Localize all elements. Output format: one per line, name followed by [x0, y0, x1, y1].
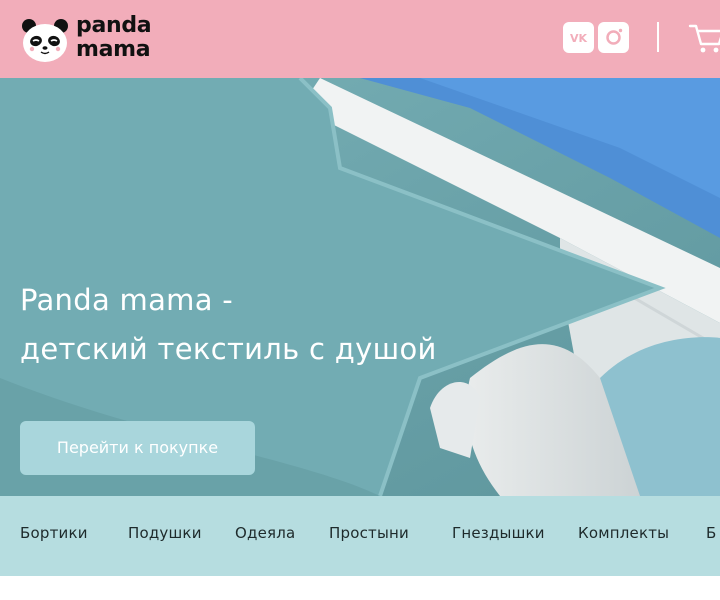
logo-text: panda mama	[76, 13, 152, 62]
category-item-truncated[interactable]: Б	[706, 524, 717, 542]
category-item-sets[interactable]: Комплекты	[578, 524, 669, 542]
header-divider	[657, 22, 659, 52]
logo-line-1: panda	[76, 13, 152, 38]
vk-icon-label: VK	[570, 32, 588, 45]
hero-banner: Panda mama - детский текстиль с душой Пе…	[0, 78, 720, 496]
category-item-nests[interactable]: Гнездышки	[452, 524, 545, 542]
category-item-borders[interactable]: Бортики	[20, 524, 88, 542]
cart-icon[interactable]	[688, 20, 720, 56]
hero-title: Panda mama - детский текстиль с душой	[20, 276, 437, 374]
site-header: panda mama VK	[0, 0, 720, 78]
category-item-sheets[interactable]: Простыни	[329, 524, 409, 542]
vk-icon[interactable]: VK	[563, 22, 594, 53]
category-nav: Бортики Подушки Одеяла Простыни Гнездышк…	[0, 496, 720, 576]
panda-logo-icon	[22, 19, 68, 62]
hero-title-line-1: Panda mama -	[20, 283, 234, 317]
hero-title-line-2: детский текстиль с душой	[20, 332, 437, 366]
category-item-pillows[interactable]: Подушки	[128, 524, 202, 542]
logo[interactable]: panda mama	[20, 14, 180, 66]
logo-line-2: mama	[76, 37, 151, 62]
instagram-icon[interactable]	[598, 22, 629, 53]
go-to-shop-button[interactable]: Перейти к покупке	[20, 421, 255, 475]
category-item-blankets[interactable]: Одеяла	[235, 524, 295, 542]
